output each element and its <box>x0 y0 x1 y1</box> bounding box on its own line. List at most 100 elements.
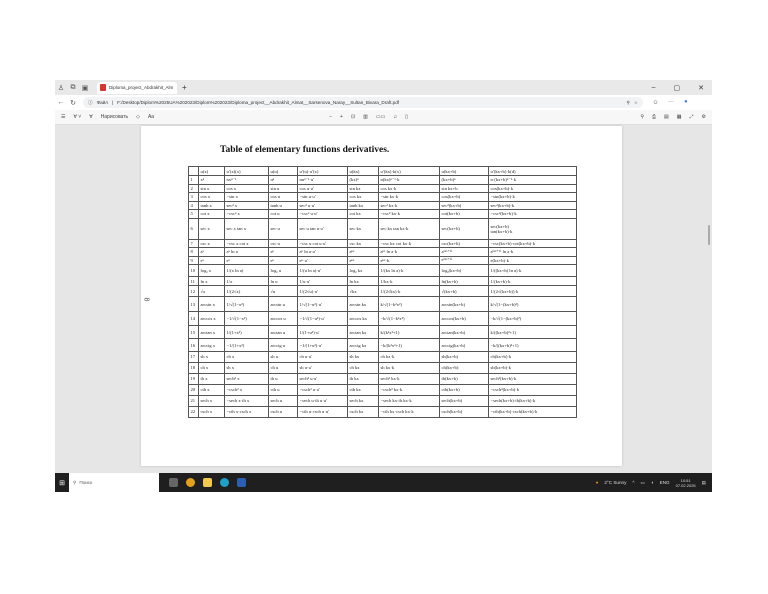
table-row: 15 arctan x 1/(1+x²) arctan u 1/(1+u²)·u′ arc… <box>188 325 577 340</box>
address-bar[interactable]: ⓘ Файл | F:/Desktop/Diplom%2025UA%202023… <box>83 97 643 108</box>
table-cell: arcctg kx <box>347 338 379 352</box>
save-as-icon[interactable]: ▦ <box>677 114 682 120</box>
table-cell: 2 <box>188 183 199 193</box>
table-cell: cot(kx+b) <box>439 209 489 219</box>
workspaces-icon[interactable]: ⧉ <box>67 84 79 92</box>
copilot-icon[interactable]: ● <box>684 99 688 106</box>
table-cell: tanh u <box>268 200 298 210</box>
fullscreen-icon[interactable]: ⤢ <box>690 114 694 120</box>
search-icon[interactable]: ⚲ <box>640 114 644 120</box>
table-cell: sec² u·u′ <box>297 200 348 210</box>
save-icon[interactable]: ▤ <box>664 114 669 120</box>
page-marker: 8 <box>142 297 150 302</box>
table-cell: 7 <box>188 238 199 249</box>
table-cell: 11 <box>188 275 199 287</box>
chrome-icon[interactable] <box>186 478 195 487</box>
table-cell: eᵘ·u′ <box>297 255 348 266</box>
table-cell: a⁽ᵏˣ⁺ᵇ⁾ <box>439 247 489 257</box>
table-row: 6 sec x sec x tan x sec u sec u tan u·u′ sec … <box>188 217 577 240</box>
pdf-icon <box>100 84 106 91</box>
scrollbar[interactable] <box>708 225 710 245</box>
table-cell: −csch² u·u′ <box>297 383 348 396</box>
table-cell: k/√(1−(kx+b)²) <box>488 296 577 312</box>
page-view-icon[interactable]: ▥ <box>363 114 368 120</box>
table-cell: cos(kx+b) <box>439 192 489 202</box>
table-row: 11 ln x 1/x ln u 1/u·u′ ln kx 1/kx·k ln(kx+b) 1/… <box>188 275 577 287</box>
minimize-button[interactable]: – <box>652 84 656 92</box>
table-cell: sec² x <box>224 200 269 210</box>
highlight-icon[interactable]: ∀ ˅ <box>73 114 81 120</box>
new-tab-button[interactable]: + <box>182 83 187 92</box>
screen: ♙ ⧉ ▣ Diploma_project_Abdrakhit_Alm ✕ + … <box>55 80 712 492</box>
text-button[interactable]: Aa <box>148 114 154 120</box>
tab-actions-icon[interactable]: ▣ <box>79 84 91 92</box>
table-cell: −sin u·u′ <box>297 192 348 202</box>
favorite-icon[interactable]: ☆ <box>634 100 638 106</box>
table-row: 2 sin x cos x sin u cos u·u′ sin kx cos kx·k si… <box>188 183 577 193</box>
print-icon[interactable]: ⎙ <box>652 114 656 120</box>
pdf-viewer[interactable]: 8 Table of elementary functions derivati… <box>55 125 712 475</box>
fit-page-icon[interactable]: ⊡ <box>351 114 355 120</box>
restore-button[interactable]: ▢ <box>674 84 681 92</box>
tab-bar: ♙ ⧉ ▣ Diploma_project_Abdrakhit_Alm ✕ + … <box>55 80 712 95</box>
edge-icon[interactable] <box>220 478 229 487</box>
table-cell: −csc kx cot kx·k <box>378 238 440 249</box>
clock[interactable]: 10:51 07.02.2025 <box>676 478 696 488</box>
file-explorer-icon[interactable] <box>203 478 212 487</box>
close-window-button[interactable]: ✕ <box>698 84 704 92</box>
table-cell: 1/(1+u²)·u′ <box>297 325 348 340</box>
table-cell: logₐ u <box>268 264 298 277</box>
more-icon[interactable]: ··· <box>668 99 674 106</box>
close-tab-icon[interactable]: ✕ <box>176 85 177 91</box>
read-aloud-icon[interactable]: ♫ <box>393 114 397 120</box>
profile-icon[interactable]: ♙ <box>55 84 67 92</box>
table-cell: th u <box>268 372 298 385</box>
table-cell: √(kx+b) <box>439 285 489 298</box>
eraser-icon[interactable]: ◇ <box>136 114 140 120</box>
zoom-in-button[interactable]: + <box>340 114 343 120</box>
refresh-icon[interactable]: ↻ <box>67 99 79 107</box>
table-cell: sech(kx+b) <box>439 394 489 407</box>
table-cell: sech² u·u′ <box>297 372 348 385</box>
table-cell: sh x <box>224 361 269 374</box>
two-page-icon[interactable]: ▭▭ <box>376 114 385 120</box>
table-cell: sh kx <box>347 350 379 363</box>
zoom-icon[interactable]: ⚲ <box>627 100 630 106</box>
notifications-icon[interactable]: ▤ <box>702 480 706 486</box>
draw-icon[interactable]: ∀ <box>89 114 92 120</box>
table-cell: aˣ ln a <box>224 247 269 257</box>
zoom-out-button[interactable]: − <box>329 114 332 120</box>
contents-icon[interactable]: ☰ <box>61 114 65 120</box>
table-cell: −cth kx·csch kx·k <box>378 405 440 418</box>
table-cell: 1/kx·k <box>378 275 440 287</box>
table-cell: 10 <box>188 264 199 277</box>
table-cell: −k/√(1−(kx+b)²) <box>488 310 577 327</box>
volume-icon[interactable]: ◖ <box>651 480 654 485</box>
draw-button[interactable]: Нарисовать <box>101 114 128 120</box>
table-cell: arcsin u <box>268 296 298 312</box>
task-view-icon[interactable] <box>169 478 178 487</box>
table-cell: aᵘ ln a·u′ <box>297 247 348 257</box>
table-cell: uⁿ <box>268 175 298 185</box>
table-cell: arcsin kx <box>347 296 379 312</box>
network-icon[interactable]: ▭ <box>641 480 645 486</box>
tab-pdf[interactable]: Diploma_project_Abdrakhit_Alm ✕ <box>97 81 177 94</box>
table-cell: ch x <box>198 361 225 374</box>
table-cell: arcctg u <box>268 338 298 352</box>
taskbar-search[interactable]: ⚲ Поиск <box>69 473 159 492</box>
page-icon[interactable]: ▯ <box>405 114 408 120</box>
table-cell: cos u·u′ <box>297 183 348 193</box>
weather-text[interactable]: 2°C Sunny <box>604 480 626 485</box>
windows-start-icon[interactable]: ⊞ <box>55 479 69 487</box>
table-cell: cot u <box>268 209 298 219</box>
word-icon[interactable] <box>237 478 246 487</box>
table-cell: 4 <box>188 200 199 210</box>
table-cell: arctan kx <box>347 325 379 340</box>
derivatives-table: u(x) u′(x)(x) u(u) u′(u)·u′(x) u(kx) u′(kx)·k… <box>188 166 577 418</box>
table-cell: ch kx·k <box>378 350 440 363</box>
favorites-icon[interactable]: ✩ <box>653 99 658 106</box>
settings-icon[interactable]: ⚙ <box>702 114 706 120</box>
back-icon[interactable]: ← <box>55 99 67 106</box>
tray-chevron-icon[interactable]: ^ <box>632 480 634 485</box>
language-indicator[interactable]: ENG <box>660 480 670 485</box>
